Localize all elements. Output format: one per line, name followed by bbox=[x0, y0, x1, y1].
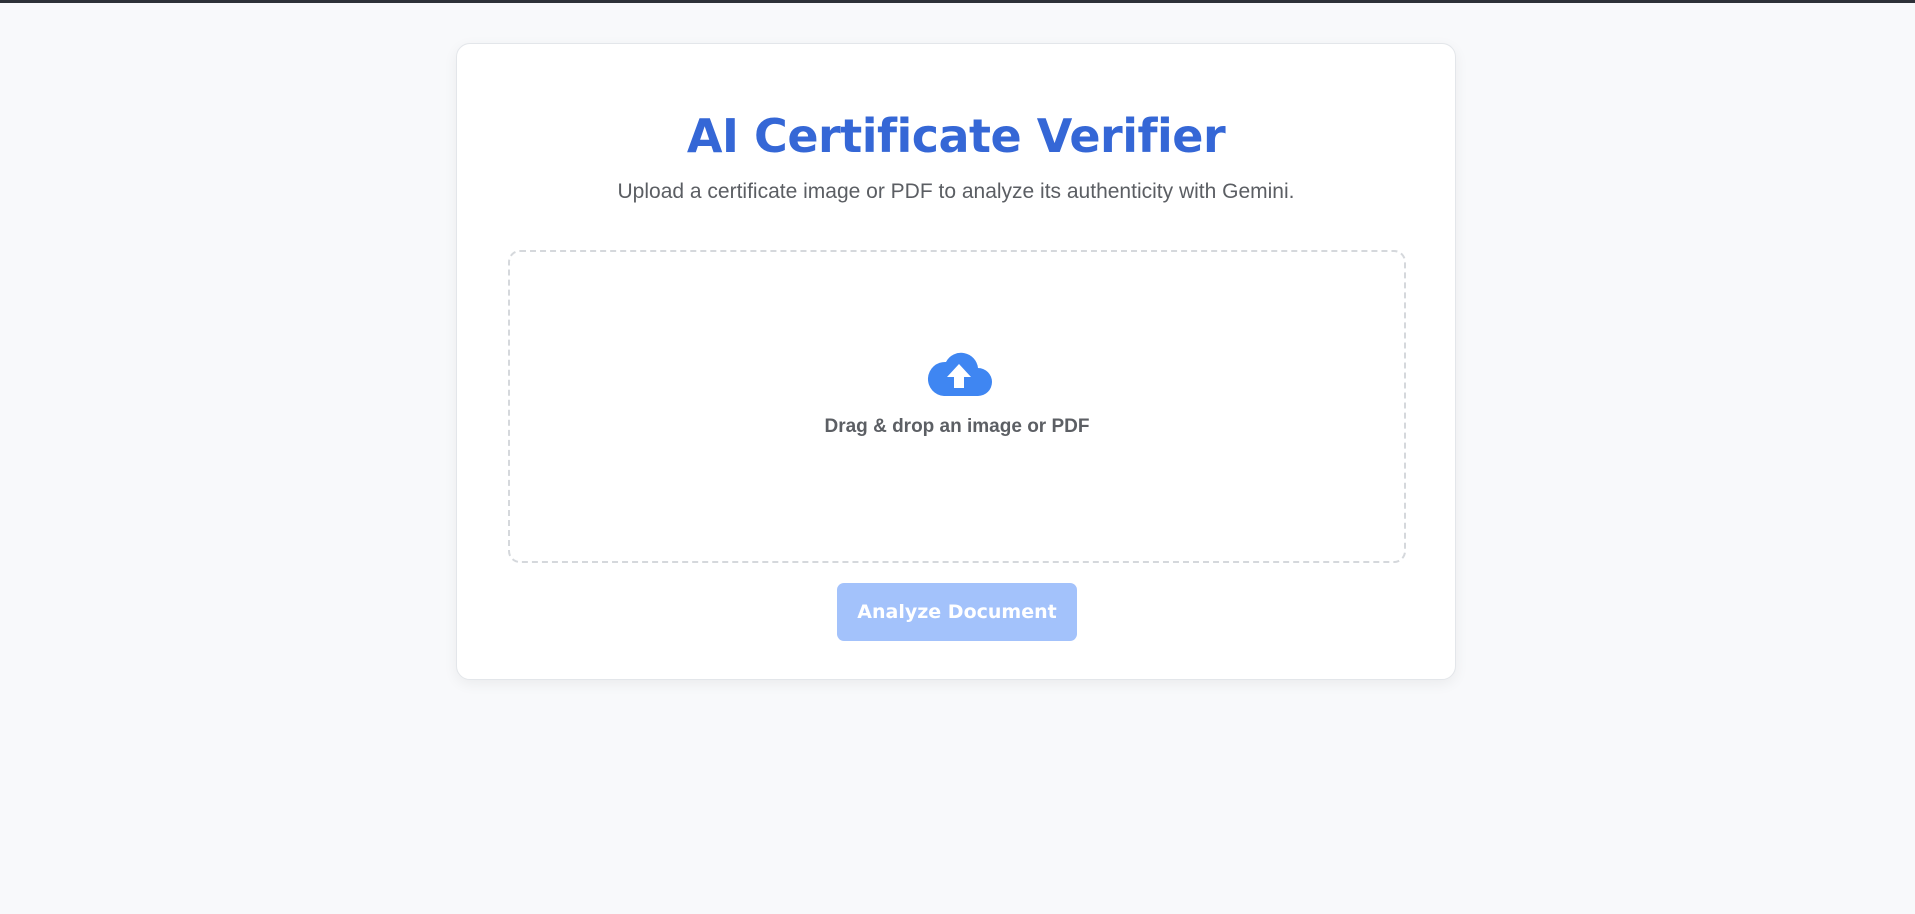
analyze-document-button[interactable]: Analyze Document bbox=[837, 583, 1077, 641]
dropzone-label: Drag & drop an image or PDF bbox=[824, 416, 1090, 437]
page-title: AI Certificate Verifier bbox=[686, 109, 1226, 163]
top-strip bbox=[0, 0, 1915, 3]
cloud-upload-icon bbox=[926, 352, 992, 396]
page-subtitle: Upload a certificate image or PDF to ana… bbox=[617, 180, 1295, 203]
verifier-card: AI Certificate Verifier Upload a certifi… bbox=[456, 43, 1456, 680]
file-dropzone[interactable]: Drag & drop an image or PDF bbox=[508, 250, 1406, 563]
